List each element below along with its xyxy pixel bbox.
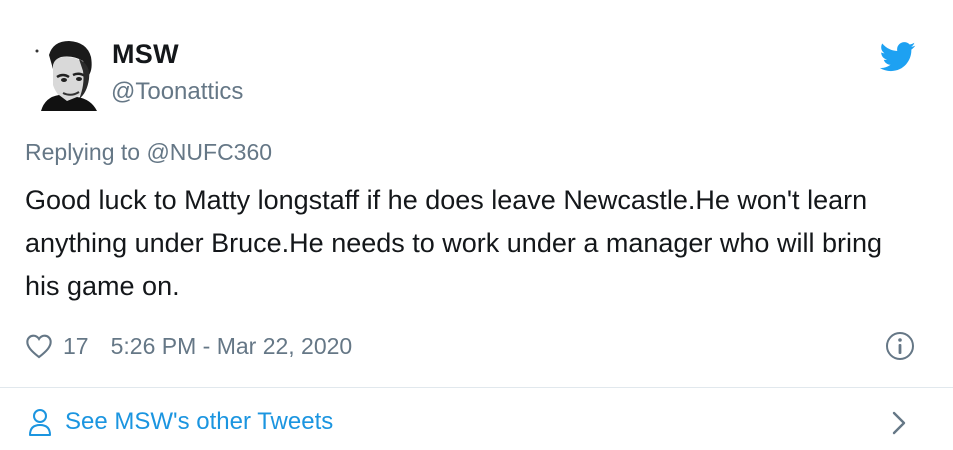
avatar[interactable] <box>33 35 99 111</box>
tweet-text: Good luck to Matty longstaff if he does … <box>25 185 882 301</box>
tweet-card: MSW @Toonattics Replying to @NUFC360 Goo… <box>0 0 953 450</box>
divider <box>0 387 953 388</box>
display-name[interactable]: MSW <box>112 39 179 70</box>
twitter-bird-icon[interactable] <box>879 42 916 72</box>
timestamp[interactable]: 5:26 PM - Mar 22, 2020 <box>111 333 353 360</box>
chevron-right-icon[interactable] <box>888 409 910 437</box>
heart-icon[interactable] <box>25 333 53 359</box>
user-handle[interactable]: @Toonattics <box>111 78 243 106</box>
see-other-tweets-label[interactable]: See MSW's other Tweets <box>65 408 333 436</box>
info-icon[interactable] <box>884 330 916 362</box>
tweet-meta: 17 5:26 PM - Mar 22, 2020 <box>25 330 352 362</box>
person-icon <box>27 407 53 437</box>
replying-to[interactable]: Replying to @NUFC360 <box>25 139 272 166</box>
like-count: 17 <box>63 332 89 359</box>
see-other-tweets-link[interactable]: See MSW's other Tweets <box>27 405 333 439</box>
